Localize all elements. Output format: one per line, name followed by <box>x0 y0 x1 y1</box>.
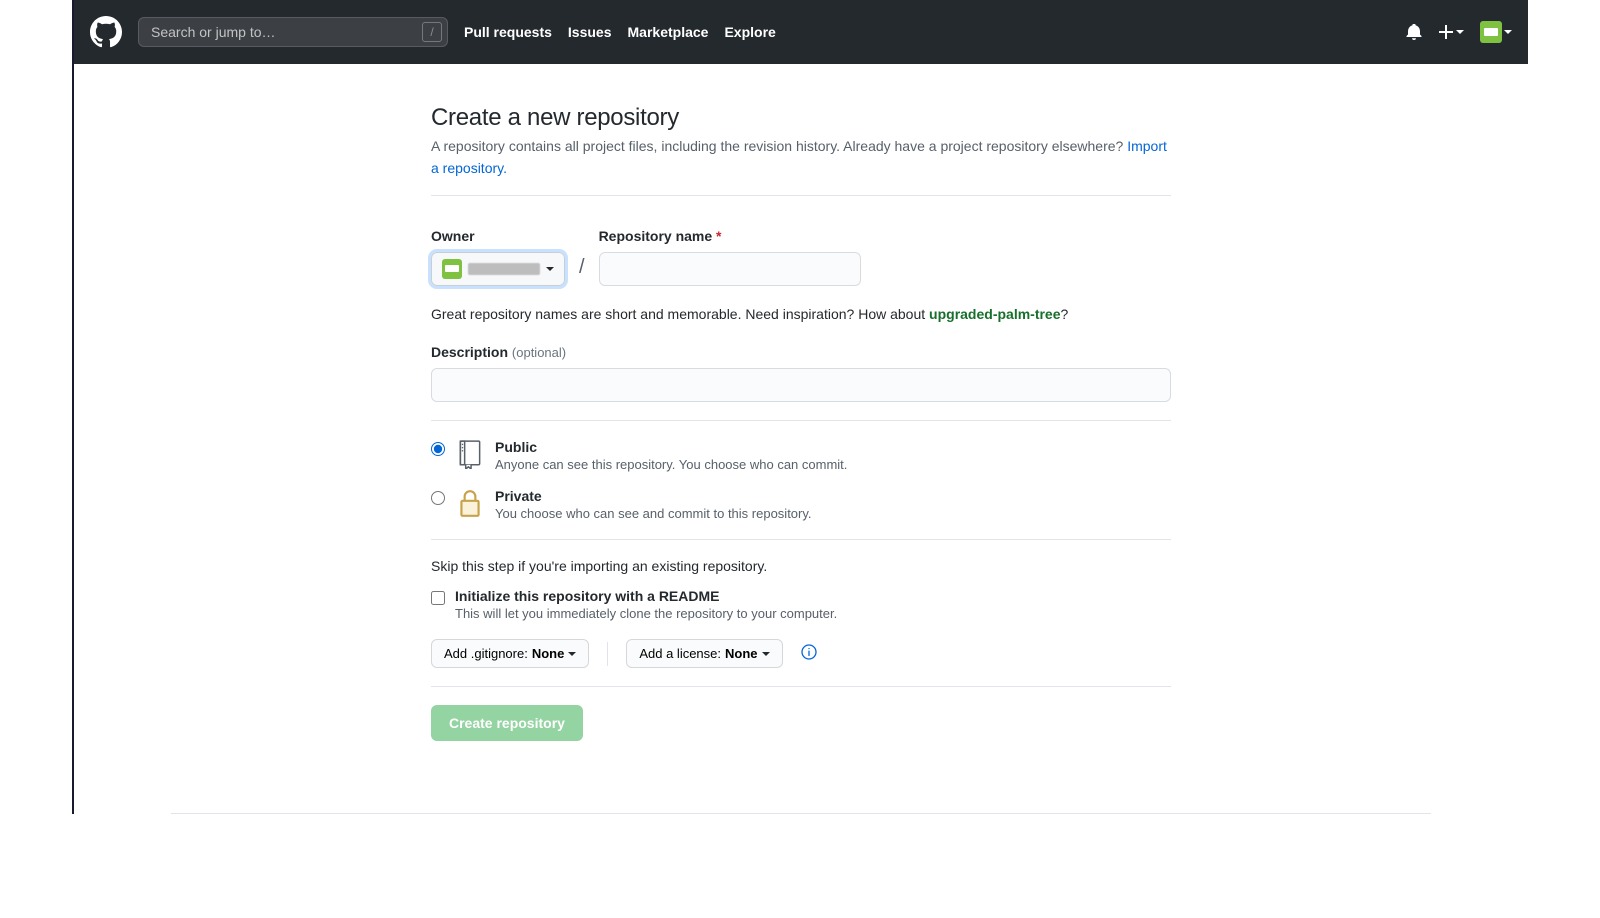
owner-field: Owner <box>431 228 565 286</box>
readme-row[interactable]: Initialize this repository with a README… <box>431 588 1171 621</box>
skip-hint: Skip this step if you're importing an ex… <box>431 558 1171 574</box>
reponame-label-text: Repository name <box>599 228 713 244</box>
divider <box>431 686 1171 687</box>
license-dropdown[interactable]: Add a license: None <box>626 639 782 668</box>
readme-title: Initialize this repository with a README <box>455 588 719 604</box>
caret-down-icon <box>568 650 576 658</box>
reponame-label: Repository name * <box>599 228 861 244</box>
create-repository-button[interactable]: Create repository <box>431 705 583 741</box>
license-info-icon[interactable] <box>801 644 817 663</box>
header-nav: Pull requests Issues Marketplace Explore <box>464 24 776 40</box>
readme-checkbox[interactable] <box>431 591 445 605</box>
owner-username <box>468 263 540 275</box>
private-title: Private <box>495 488 542 504</box>
caret-down-icon <box>1456 28 1464 36</box>
readme-text: Initialize this repository with a README… <box>455 588 837 621</box>
reponame-input[interactable] <box>599 252 861 286</box>
optional-hint: (optional) <box>512 345 566 360</box>
github-logo[interactable] <box>90 16 122 48</box>
license-value: None <box>725 646 758 661</box>
divider <box>431 195 1171 196</box>
nav-issues[interactable]: Issues <box>568 24 612 40</box>
owner-repo-row: Owner / Repository name * <box>431 228 1171 286</box>
readme-desc: This will let you immediately clone the … <box>455 606 837 621</box>
private-desc: You choose who can see and commit to thi… <box>495 506 812 521</box>
subtitle-text: A repository contains all project files,… <box>431 138 1127 154</box>
public-radio[interactable] <box>431 442 445 456</box>
nav-explore[interactable]: Explore <box>724 24 775 40</box>
description-input[interactable] <box>431 368 1171 402</box>
caret-down-icon <box>1504 28 1512 36</box>
notifications-icon[interactable] <box>1406 24 1422 40</box>
description-label: Description (optional) <box>431 344 1171 360</box>
nav-pull-requests[interactable]: Pull requests <box>464 24 552 40</box>
slash-key-hint: / <box>422 22 442 42</box>
gitignore-label: Add .gitignore: <box>444 646 528 661</box>
caret-down-icon <box>762 650 770 658</box>
avatar <box>1480 21 1502 43</box>
hint-text: Great repository names are short and mem… <box>431 306 929 322</box>
main-content: Create a new repository A repository con… <box>431 104 1171 781</box>
search-wrap: / <box>138 17 448 47</box>
caret-down-icon <box>546 265 554 273</box>
required-indicator: * <box>716 228 721 244</box>
suggested-name[interactable]: upgraded-palm-tree <box>929 306 1060 322</box>
divider <box>431 539 1171 540</box>
header-right <box>1406 21 1512 43</box>
lock-icon <box>457 488 483 521</box>
owner-label: Owner <box>431 228 565 244</box>
nav-marketplace[interactable]: Marketplace <box>628 24 709 40</box>
license-label: Add a license: <box>639 646 721 661</box>
page-title: Create a new repository <box>431 104 1171 132</box>
owner-avatar <box>442 259 462 279</box>
search-input[interactable] <box>138 17 448 47</box>
private-radio[interactable] <box>431 491 445 505</box>
page-subtitle: A repository contains all project files,… <box>431 136 1171 179</box>
owner-select[interactable] <box>431 252 565 286</box>
public-desc: Anyone can see this repository. You choo… <box>495 457 847 472</box>
public-text: Public Anyone can see this repository. Y… <box>495 439 847 472</box>
template-dropdowns: Add .gitignore: None Add a license: None <box>431 639 1171 668</box>
gitignore-dropdown[interactable]: Add .gitignore: None <box>431 639 589 668</box>
user-menu[interactable] <box>1480 21 1512 43</box>
description-label-text: Description <box>431 344 508 360</box>
gitignore-value: None <box>532 646 565 661</box>
reponame-field: Repository name * <box>599 228 861 286</box>
hint-q: ? <box>1061 306 1069 322</box>
private-text: Private You choose who can see and commi… <box>495 488 812 521</box>
reponame-hint: Great repository names are short and mem… <box>431 306 1171 322</box>
divider <box>431 420 1171 421</box>
path-separator: / <box>575 256 589 279</box>
public-title: Public <box>495 439 537 455</box>
visibility-public[interactable]: Public Anyone can see this repository. Y… <box>431 439 1171 472</box>
create-new-dropdown[interactable] <box>1438 24 1464 40</box>
global-header: / Pull requests Issues Marketplace Explo… <box>74 0 1528 64</box>
mark-github-icon <box>90 16 122 48</box>
divider <box>607 642 608 666</box>
visibility-private[interactable]: Private You choose who can see and commi… <box>431 488 1171 521</box>
plus-icon <box>1438 24 1454 40</box>
footer-divider <box>171 813 1431 814</box>
repo-icon <box>457 439 483 472</box>
